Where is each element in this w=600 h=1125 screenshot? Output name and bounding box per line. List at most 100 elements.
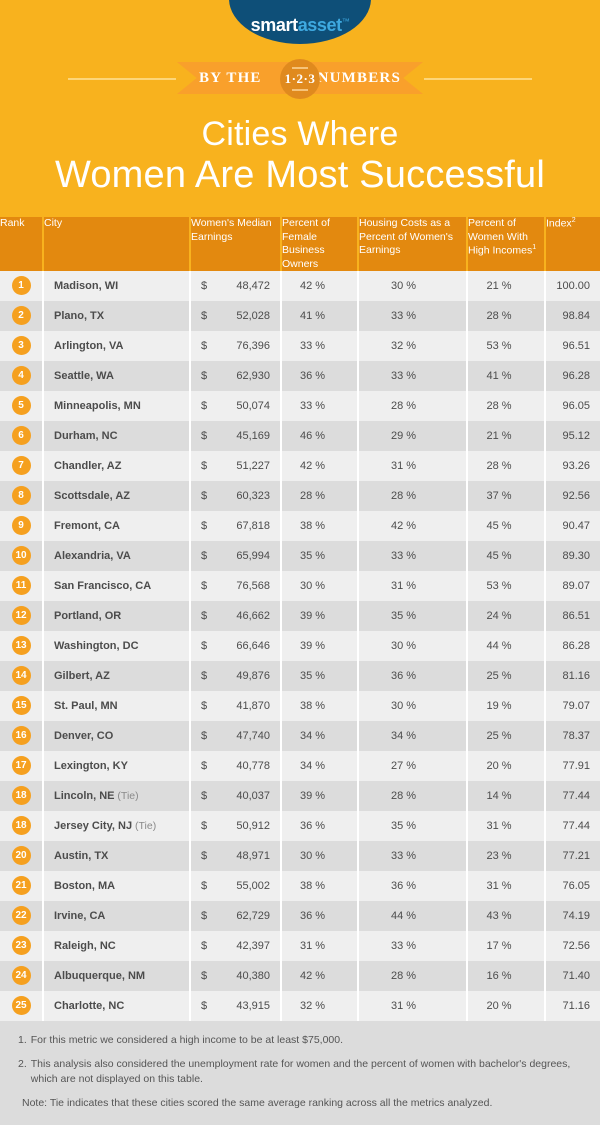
city-name: Chandler, AZ [54,459,122,472]
earnings-cell: $40,037 [190,780,282,811]
business-owners-cell: 36 % [281,810,359,841]
rank-cell: 5 [0,390,44,421]
rank-badge: 15 [11,696,31,716]
currency-symbol: $ [201,429,208,442]
tie-label: (Tie) [132,819,157,832]
high-incomes-cell: 45 % [467,540,546,571]
rank-badge: 3 [11,336,31,356]
rank-cell: 14 [0,660,44,691]
earnings-cell: $40,778 [190,750,282,781]
earnings-cell: $48,971 [190,840,282,871]
index-cell: 78.37 [562,729,590,742]
earnings-inner: $49,876 [201,670,270,682]
city-cell: Denver, CO [43,720,191,751]
rank-badge: 6 [11,426,31,446]
earnings-inner: $65,994 [201,550,270,562]
rank-badge: 21 [11,876,31,896]
city-name: Austin, TX [54,849,109,862]
index-cell: 92.56 [562,489,590,502]
city-name: Boston, MA [54,879,116,892]
housing-costs-cell: 28 % [358,960,468,991]
city-name: Raleigh, NC [54,939,116,952]
table-row: 24 Albuquerque, NM $40,380 42 % 28 % 16 % 71.4… [0,960,600,991]
table-row: 4 Seattle, WA $62,930 36 % 33 % 41 % 96.28 [0,360,600,391]
trademark-icon: ™ [341,17,350,26]
city-cell: Minneapolis, MN [43,390,191,421]
city-cell: Raleigh, NC [43,930,191,961]
rank-badge: 18 [11,816,31,836]
earnings-value: 43,915 [236,999,270,1012]
index-cell: 79.07 [562,699,590,712]
housing-costs-cell: 33 % [358,840,468,871]
city-cell: Jersey City, NJ (Tie) [43,810,191,841]
currency-symbol: $ [201,699,208,712]
rank-cell: 23 [0,930,44,961]
earnings-value: 76,396 [236,339,270,352]
footnotes-section: 1. For this metric we considered a high i… [0,1020,600,1125]
city-cell: Washington, DC [43,630,191,661]
rankings-table: Rank City Women's Median Earnings Percen… [0,217,600,1021]
high-incomes-cell: 19 % [467,690,546,721]
currency-symbol: $ [201,309,208,322]
rank-badge: 22 [11,906,31,926]
earnings-value: 66,646 [236,639,270,652]
currency-symbol: $ [201,339,208,352]
currency-symbol: $ [201,819,208,832]
banner-rule-right [424,78,532,80]
earnings-value: 50,074 [236,399,270,412]
rank-badge: 8 [11,486,31,506]
smartasset-logo: smartasset™ [229,0,371,44]
high-incomes-cell: 14 % [467,780,546,811]
currency-symbol: $ [201,849,208,862]
column-header-city: City [43,217,191,271]
earnings-value: 50,912 [236,819,270,832]
numbers-badge-icon: 1·2·3 [280,59,320,99]
housing-costs-cell: 33 % [358,360,468,391]
table-row: 6 Durham, NC $45,169 46 % 29 % 21 % 95.12 [0,420,600,451]
housing-costs-cell: 31 % [358,570,468,601]
housing-costs-cell: 32 % [358,330,468,361]
table-row: 15 St. Paul, MN $41,870 38 % 30 % 19 % 79.07 [0,690,600,721]
column-header-business-owners: Percent of Female Business Owners [281,217,359,271]
earnings-inner: $60,323 [201,490,270,502]
high-incomes-cell: 24 % [467,600,546,631]
index-cell: 71.40 [562,969,590,982]
city-cell: Lincoln, NE (Tie) [43,780,191,811]
index-cell: 77.21 [562,849,590,862]
rank-cell: 24 [0,960,44,991]
city-cell: Austin, TX [43,840,191,871]
earnings-value: 51,227 [236,459,270,472]
rank-badge: 5 [11,396,31,416]
rank-badge: 13 [11,636,31,656]
table-row: 7 Chandler, AZ $51,227 42 % 31 % 28 % 93.26 [0,450,600,481]
table-row: 14 Gilbert, AZ $49,876 35 % 36 % 25 % 81.16 [0,660,600,691]
earnings-inner: $48,971 [201,850,270,862]
footnote-text: For this metric we considered a high inc… [30,1033,344,1046]
earnings-inner: $40,778 [201,760,270,772]
rank-badge: 2 [11,306,31,326]
earnings-cell: $48,472 [190,270,282,301]
rank-cell: 20 [0,840,44,871]
table-row: 1 Madison, WI $48,472 42 % 30 % 21 % 100.00 [0,270,600,301]
high-incomes-cell: 23 % [467,840,546,871]
earnings-cell: $52,028 [190,300,282,331]
index-cell: 76.05 [562,879,590,892]
housing-costs-cell: 35 % [358,600,468,631]
rank-badge: 24 [11,966,31,986]
city-cell: Chandler, AZ [43,450,191,481]
rank-cell: 6 [0,420,44,451]
city-cell: Madison, WI [43,270,191,301]
currency-symbol: $ [201,999,208,1012]
earnings-cell: $66,646 [190,630,282,661]
earnings-inner: $62,930 [201,370,270,382]
earnings-value: 45,169 [236,429,270,442]
high-incomes-cell: 31 % [467,870,546,901]
housing-costs-cell: 27 % [358,750,468,781]
business-owners-cell: 35 % [281,540,359,571]
rank-cell: 3 [0,330,44,361]
housing-costs-cell: 42 % [358,510,468,541]
high-incomes-cell: 28 % [467,450,546,481]
earnings-inner: $76,568 [201,580,270,592]
index-cell: 100.00 [556,279,590,292]
housing-costs-cell: 28 % [358,780,468,811]
